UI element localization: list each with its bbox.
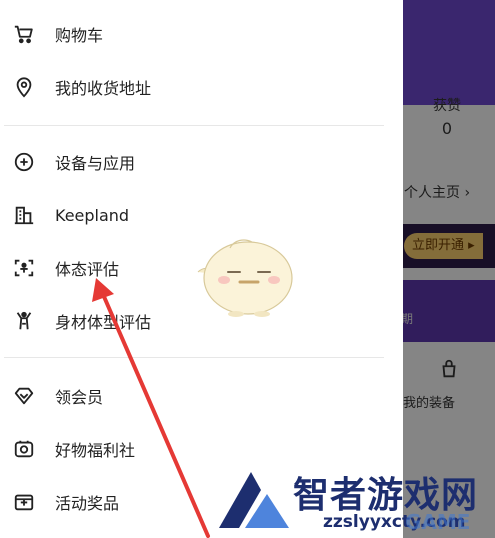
watermark-game: GAME (405, 510, 471, 534)
gift-box-icon (12, 437, 36, 461)
menu-item-label: 身材体型评估 (55, 313, 152, 332)
menu-item-label: 设备与应用 (55, 154, 136, 173)
menu-item-label: 购物车 (55, 26, 104, 45)
shopping-cart-icon (12, 22, 36, 46)
plus-circle-icon (12, 150, 36, 174)
menu-item-cart[interactable]: 购物车 (0, 12, 403, 56)
site-watermark: 智者游戏网 zzslyyxcty.com GAME (205, 462, 495, 538)
divider (4, 125, 384, 126)
menu-item-label: 我的收货地址 (55, 79, 152, 98)
body-shape-icon (12, 309, 36, 333)
divider (4, 357, 384, 358)
mascot-illustration (197, 239, 293, 317)
menu-item-label: 好物福利社 (55, 441, 136, 460)
menu-item-label: Keepland (55, 205, 130, 225)
menu-item-label: 活动奖品 (55, 494, 120, 513)
building-icon (12, 203, 36, 227)
ticket-icon (12, 490, 36, 514)
menu-item-label: 体态评估 (55, 260, 120, 279)
body-scan-icon (12, 256, 36, 280)
diamond-icon (12, 384, 36, 408)
menu-item-address[interactable]: 我的收货地址 (0, 65, 403, 109)
menu-item-devices[interactable]: 设备与应用 (0, 140, 403, 184)
location-pin-icon (12, 75, 36, 99)
menu-item-label: 领会员 (55, 388, 104, 407)
watermark-logo-icon (219, 472, 289, 528)
menu-item-membership[interactable]: 领会员 (0, 374, 403, 418)
